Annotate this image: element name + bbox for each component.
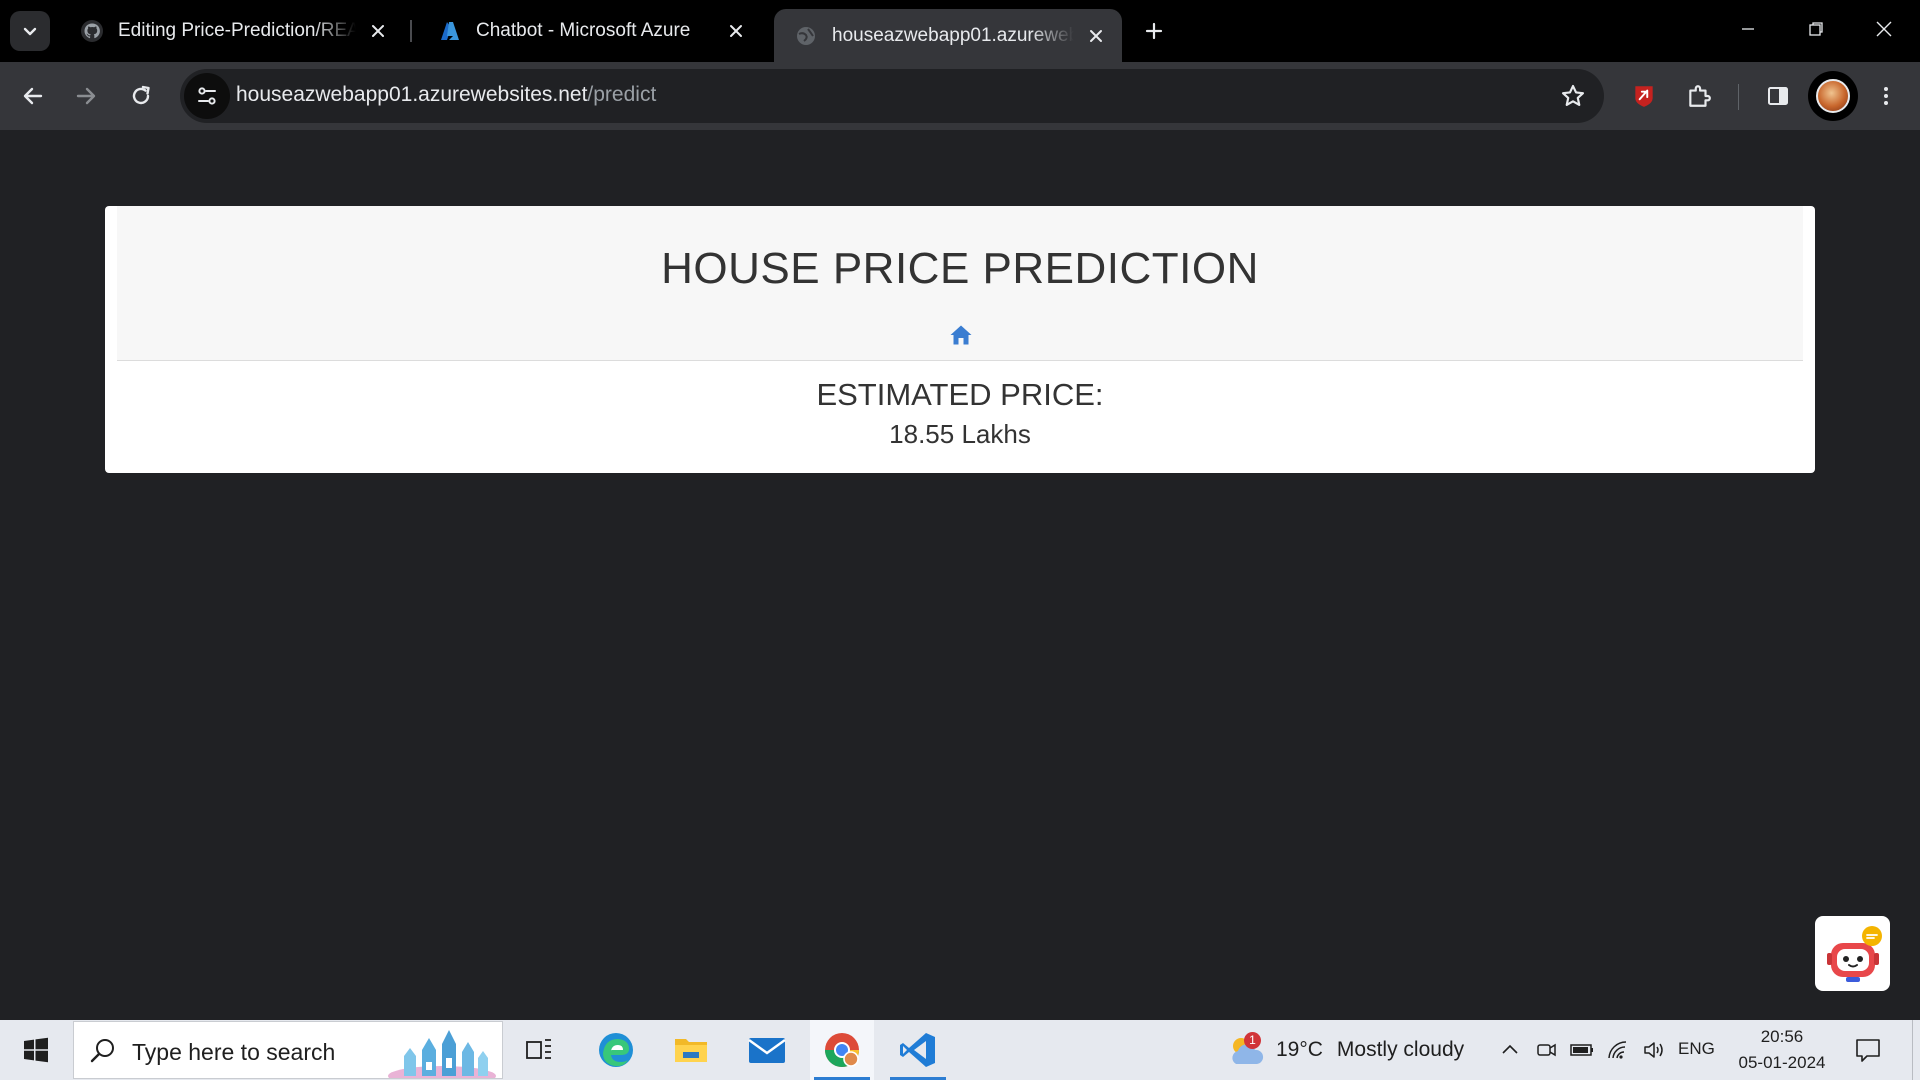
search-highlight-illustration	[388, 1030, 496, 1078]
edge-icon	[599, 1033, 633, 1067]
site-info-button[interactable]	[184, 73, 230, 119]
windows-logo-icon	[24, 1037, 48, 1063]
extensions-button[interactable]	[1677, 74, 1721, 118]
tab-houseazwebapp[interactable]: houseazwebapp01.azurewebsit	[774, 9, 1122, 62]
camera-icon	[1537, 1043, 1556, 1057]
browser-menu-button[interactable]	[1864, 74, 1908, 118]
taskbar-edge[interactable]	[584, 1020, 648, 1080]
tab-github-readme[interactable]: Editing Price-Prediction/READM	[60, 9, 404, 53]
close-tab-icon[interactable]	[724, 19, 748, 43]
puzzle-icon	[1689, 85, 1711, 107]
back-button[interactable]	[11, 74, 55, 118]
chatbot-widget-button[interactable]	[1815, 916, 1890, 991]
weather-widget[interactable]: 1 19°C Mostly cloudy	[1226, 1020, 1464, 1080]
show-desktop-button[interactable]	[1912, 1020, 1913, 1080]
clock-date: 05-01-2024	[1738, 1053, 1826, 1072]
red-shield-extension-icon	[1635, 86, 1653, 107]
taskbar-file-explorer[interactable]	[659, 1020, 723, 1080]
page-title: HOUSE PRICE PREDICTION	[661, 244, 1259, 293]
tab-title: Editing Price-Prediction/READM	[118, 20, 356, 41]
forward-button[interactable]	[64, 74, 108, 118]
url-text[interactable]: houseazwebapp01.azurewebsites.net/predic…	[236, 83, 656, 107]
robot-chat-icon	[1826, 925, 1882, 982]
chrome-icon	[825, 1033, 859, 1067]
reload-icon	[132, 85, 150, 105]
url-path: /predict	[587, 83, 657, 106]
taskbar-chrome[interactable]	[810, 1020, 874, 1080]
notification-icon	[1856, 1039, 1880, 1062]
mail-icon	[748, 1038, 786, 1063]
notification-center-button[interactable]	[1852, 1034, 1884, 1066]
new-tab-button[interactable]	[1134, 11, 1174, 51]
address-bar[interactable]: houseazwebapp01.azurewebsites.net/predic…	[180, 69, 1604, 123]
chevron-down-icon	[23, 27, 37, 36]
profile-avatar[interactable]	[1808, 71, 1858, 121]
home-icon[interactable]	[949, 323, 973, 347]
task-view-icon	[526, 1039, 551, 1059]
reload-button[interactable]	[119, 74, 163, 118]
estimated-price-value: 18.55 Lakhs	[889, 419, 1031, 449]
arrow-left-icon	[23, 87, 43, 105]
weather-condition: Mostly cloudy	[1336, 1038, 1465, 1061]
tab-search-button[interactable]	[10, 11, 50, 51]
bookmark-star-icon[interactable]	[1558, 81, 1588, 111]
show-hidden-icons-button[interactable]	[1496, 1036, 1524, 1064]
minimize-button[interactable]	[1714, 0, 1782, 58]
plus-icon	[1145, 22, 1163, 40]
azure-icon	[438, 19, 462, 43]
prediction-card: HOUSE PRICE PREDICTION ESTIMATED PRICE: …	[105, 206, 1815, 473]
clock-time: 20:56	[1760, 1027, 1804, 1046]
tab-separator	[410, 20, 412, 42]
card-header: HOUSE PRICE PREDICTION	[117, 206, 1803, 361]
close-icon	[1876, 21, 1892, 37]
tab-chatbot-azure[interactable]: Chatbot - Microsoft Azure	[418, 9, 762, 53]
tray-meet-button[interactable]	[1532, 1036, 1560, 1064]
minimize-icon	[1742, 28, 1754, 30]
weather-badge: 1	[1244, 1032, 1261, 1049]
taskbar-mail[interactable]	[735, 1020, 799, 1080]
chevron-up-icon	[1502, 1044, 1518, 1054]
start-button[interactable]	[0, 1020, 72, 1080]
tab-strip: Editing Price-Prediction/READM Chatbot -…	[0, 0, 1920, 62]
folder-icon	[675, 1039, 707, 1062]
close-window-button[interactable]	[1850, 0, 1918, 58]
restore-icon	[1809, 22, 1823, 36]
weather-temperature: 19°C	[1276, 1038, 1323, 1061]
close-tab-icon[interactable]	[366, 19, 390, 43]
wifi-icon	[1608, 1041, 1627, 1059]
browser-toolbar: houseazwebapp01.azurewebsites.net/predic…	[0, 62, 1920, 130]
globe-icon	[794, 24, 818, 48]
taskbar-clock[interactable]: 20:56 05-01-2024	[1730, 1024, 1834, 1076]
tune-icon	[198, 87, 216, 105]
tray-volume-button[interactable]	[1640, 1036, 1668, 1064]
tab-title: houseazwebapp01.azurewebsit	[832, 24, 1074, 46]
input-language[interactable]: ENG	[1678, 1039, 1715, 1059]
tray-battery-button[interactable]	[1568, 1036, 1596, 1064]
battery-icon	[1570, 1044, 1593, 1056]
close-tab-icon[interactable]	[1084, 24, 1108, 48]
windows-taskbar: Type here to search 1 19°C Mostly cloudy…	[0, 1020, 1920, 1080]
taskbar-vscode[interactable]	[886, 1020, 950, 1080]
side-panel-button[interactable]	[1756, 74, 1800, 118]
url-host: houseazwebapp01.azurewebsites.net	[236, 83, 588, 106]
search-placeholder: Type here to search	[132, 1039, 336, 1065]
tray-network-button[interactable]	[1604, 1036, 1632, 1064]
task-view-button[interactable]	[507, 1020, 571, 1080]
restore-button[interactable]	[1782, 0, 1850, 58]
toolbar-divider	[1738, 84, 1739, 110]
weather-cloud-icon: 1	[1226, 1030, 1266, 1070]
avatar-image	[1816, 79, 1850, 113]
taskbar-search-box[interactable]: Type here to search	[73, 1021, 503, 1079]
vscode-icon	[900, 1033, 935, 1067]
estimated-price-label: ESTIMATED PRICE:	[816, 377, 1104, 412]
extension-shield-button[interactable]	[1622, 74, 1666, 118]
more-vertical-icon	[1884, 87, 1888, 105]
search-icon	[90, 1039, 114, 1063]
side-panel-icon	[1768, 87, 1788, 105]
tab-title: Chatbot - Microsoft Azure	[476, 20, 691, 41]
github-icon	[80, 19, 104, 43]
speaker-icon	[1644, 1042, 1663, 1058]
arrow-right-icon	[76, 87, 96, 105]
